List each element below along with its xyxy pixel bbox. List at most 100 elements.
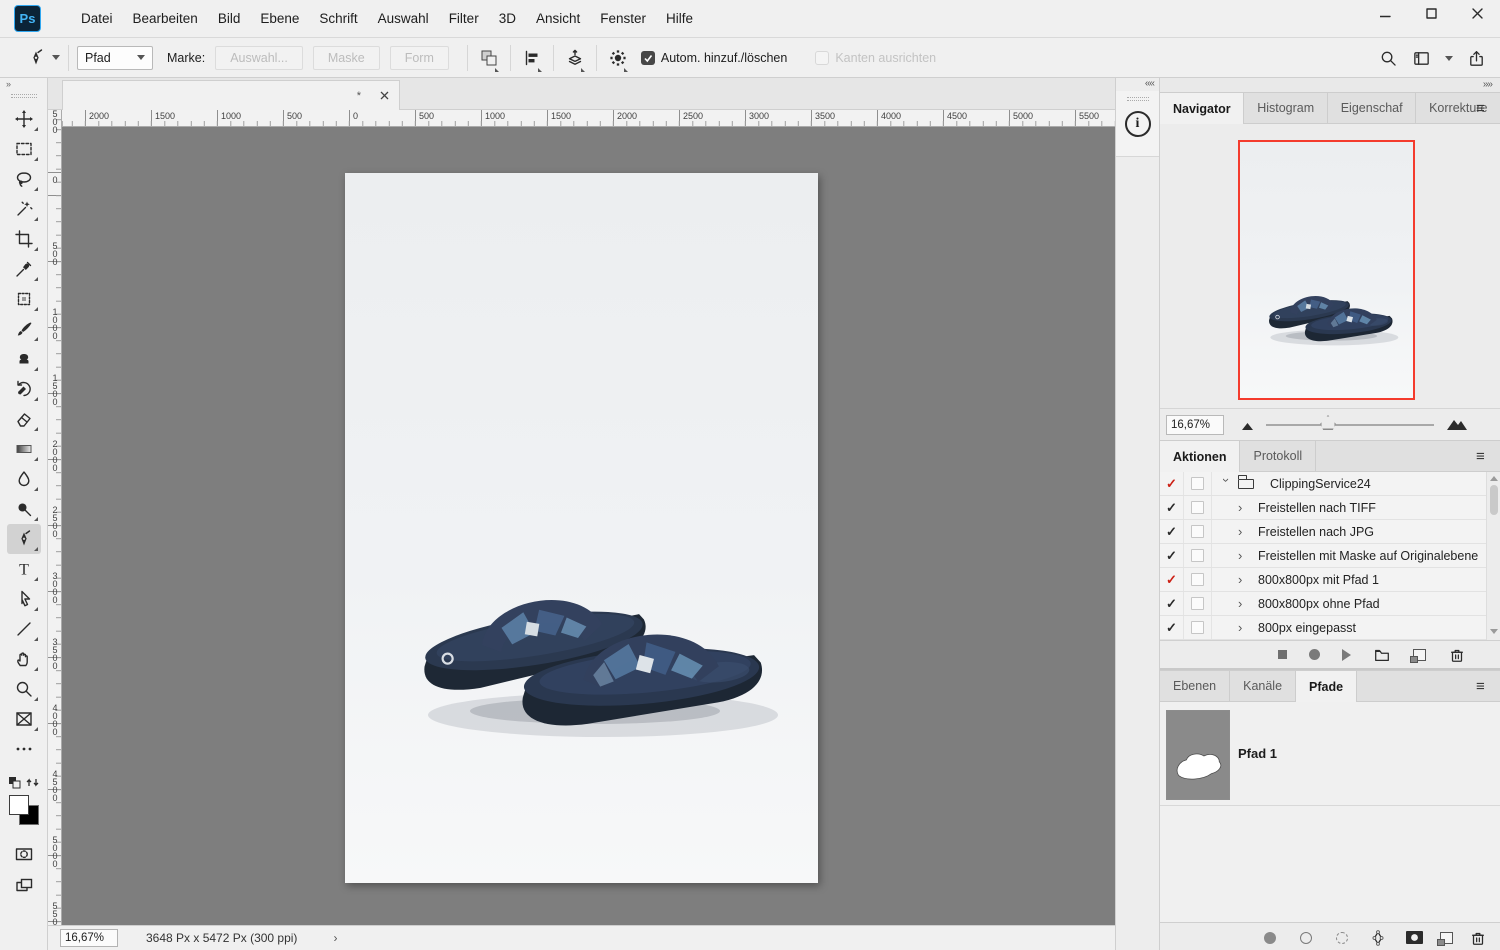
path-alignment-button[interactable] [519,45,545,71]
menu-item-10[interactable]: Hilfe [656,0,703,37]
horizontal-ruler[interactable]: 2000150010005000500100015002000250030003… [62,110,1115,127]
panel-menu-icon[interactable]: ≡ [1476,679,1492,695]
canvas[interactable] [62,127,1115,925]
maximize-button[interactable] [1408,0,1454,26]
zoom-slider-thumb[interactable] [1320,415,1336,430]
action-check-icon[interactable]: ✓ [1160,544,1184,567]
minimize-button[interactable] [1362,0,1408,26]
action-check-icon[interactable]: ✓ [1160,616,1184,639]
tab-pfade[interactable]: Pfade [1296,671,1357,702]
default-colors-icon[interactable] [8,776,21,789]
delete-path-button[interactable] [1469,929,1487,947]
expand-chevron-icon[interactable]: › [1238,526,1250,538]
stop-button[interactable] [1278,650,1287,659]
more-tools[interactable] [7,734,41,764]
menu-item-8[interactable]: Ansicht [526,0,590,37]
brush-tool[interactable] [7,314,41,344]
new-set-folder-button[interactable] [1373,646,1391,664]
fill-path-button[interactable] [1260,928,1280,948]
hand-tool[interactable] [7,644,41,674]
tab-close-icon[interactable] [375,87,393,105]
type-tool[interactable]: T [7,554,41,584]
toolbar-expand-chevron[interactable]: » [0,78,47,92]
path-arrangement-button[interactable] [562,45,588,71]
blur-tool[interactable] [7,464,41,494]
open-document-image[interactable] [345,173,818,883]
tab-protokoll[interactable]: Protokoll [1240,441,1316,471]
status-chevron-icon[interactable]: › [333,931,337,945]
path-thumbnail[interactable] [1166,710,1230,800]
healing-brush-tool[interactable] [7,284,41,314]
menu-item-3[interactable]: Ebene [250,0,309,37]
tool-mode-select[interactable]: Pfad [77,46,153,70]
path-operations-button[interactable] [476,45,502,71]
action-check-icon[interactable]: ✓ [1160,496,1184,519]
pen-tool[interactable] [7,524,41,554]
action-row[interactable]: ✓ › ClippingService24 [1160,472,1486,496]
expand-chevron-icon[interactable]: › [1238,502,1250,514]
eyedropper-tool[interactable] [7,254,41,284]
gear-settings-button[interactable] [605,45,631,71]
aktionen-scrollbar[interactable] [1486,472,1500,640]
tab-kanaele[interactable]: Kanäle [1230,671,1296,701]
action-row[interactable]: ✓ › Freistellen mit Maske auf Originaleb… [1160,544,1486,568]
zoom-tool[interactable] [7,674,41,704]
expand-chevron-icon[interactable]: › [1238,622,1250,634]
expand-chevron-icon[interactable]: › [1238,574,1250,586]
panel-menu-icon[interactable]: ≡ [1476,101,1492,117]
action-row[interactable]: ✓ › 800px eingepasst [1160,616,1486,640]
action-row[interactable]: ✓ › Freistellen nach TIFF [1160,496,1486,520]
delete-action-button[interactable] [1448,646,1466,664]
move-tool[interactable] [7,104,41,134]
action-check-icon[interactable]: ✓ [1160,568,1184,591]
tab-navigator[interactable]: Navigator [1160,93,1244,124]
screen-mode-button[interactable] [9,873,39,899]
action-row[interactable]: ✓ › 800x800px mit Pfad 1 [1160,568,1486,592]
new-path-button[interactable] [1440,932,1453,944]
frame-tool[interactable] [7,704,41,734]
action-dialog-toggle[interactable] [1184,496,1212,519]
menu-item-1[interactable]: Bearbeiten [123,0,208,37]
history-brush-tool[interactable] [7,374,41,404]
path-from-selection-button[interactable] [1368,928,1388,948]
action-dialog-toggle[interactable] [1184,544,1212,567]
path-selection-tool[interactable] [7,584,41,614]
action-row[interactable]: ✓ › 800x800px ohne Pfad [1160,592,1486,616]
action-check-icon[interactable]: ✓ [1160,592,1184,615]
dodge-tool[interactable] [7,494,41,524]
auto-add-delete-checkbox[interactable]: Autom. hinzuf./löschen [641,51,787,65]
menu-item-5[interactable]: Auswahl [368,0,439,37]
gradient-tool[interactable] [7,434,41,464]
selection-from-path-button[interactable] [1332,928,1352,948]
eraser-tool[interactable] [7,404,41,434]
menu-item-0[interactable]: Datei [71,0,123,37]
action-dialog-toggle[interactable] [1184,616,1212,639]
path-row[interactable]: Pfad 1 [1160,702,1500,806]
action-check-icon[interactable]: ✓ [1160,472,1184,495]
menu-item-6[interactable]: Filter [439,0,489,37]
new-action-button[interactable] [1413,649,1426,661]
tool-preset-picker[interactable] [26,48,60,68]
action-row[interactable]: ✓ › Freistellen nach JPG [1160,520,1486,544]
close-button[interactable] [1454,0,1500,26]
action-check-icon[interactable]: ✓ [1160,520,1184,543]
action-dialog-toggle[interactable] [1184,520,1212,543]
document-tab[interactable]: * [62,80,400,110]
navigator-preview[interactable] [1238,140,1415,400]
play-button[interactable] [1342,649,1351,661]
chevron-down-icon[interactable] [1445,56,1453,61]
tab-ebenen[interactable]: Ebenen [1160,671,1230,701]
menu-item-7[interactable]: 3D [489,0,526,37]
marquee-tool[interactable] [7,134,41,164]
tab-aktionen[interactable]: Aktionen [1160,441,1240,472]
scroll-up-icon[interactable] [1490,476,1498,481]
navigator-zoom-slider[interactable] [1266,424,1434,426]
vertical-ruler[interactable]: 5000500100015002000250030003500400045005… [48,110,62,925]
info-panel-button[interactable]: i [1116,91,1159,157]
clone-stamp-tool[interactable] [7,344,41,374]
expand-chevron-icon[interactable]: › [1220,478,1232,490]
add-mask-button[interactable] [1404,928,1424,948]
menu-item-2[interactable]: Bild [208,0,251,37]
dock-collapse-chevron[interactable]: «« [1116,78,1159,91]
expand-chevron-icon[interactable]: › [1238,550,1250,562]
